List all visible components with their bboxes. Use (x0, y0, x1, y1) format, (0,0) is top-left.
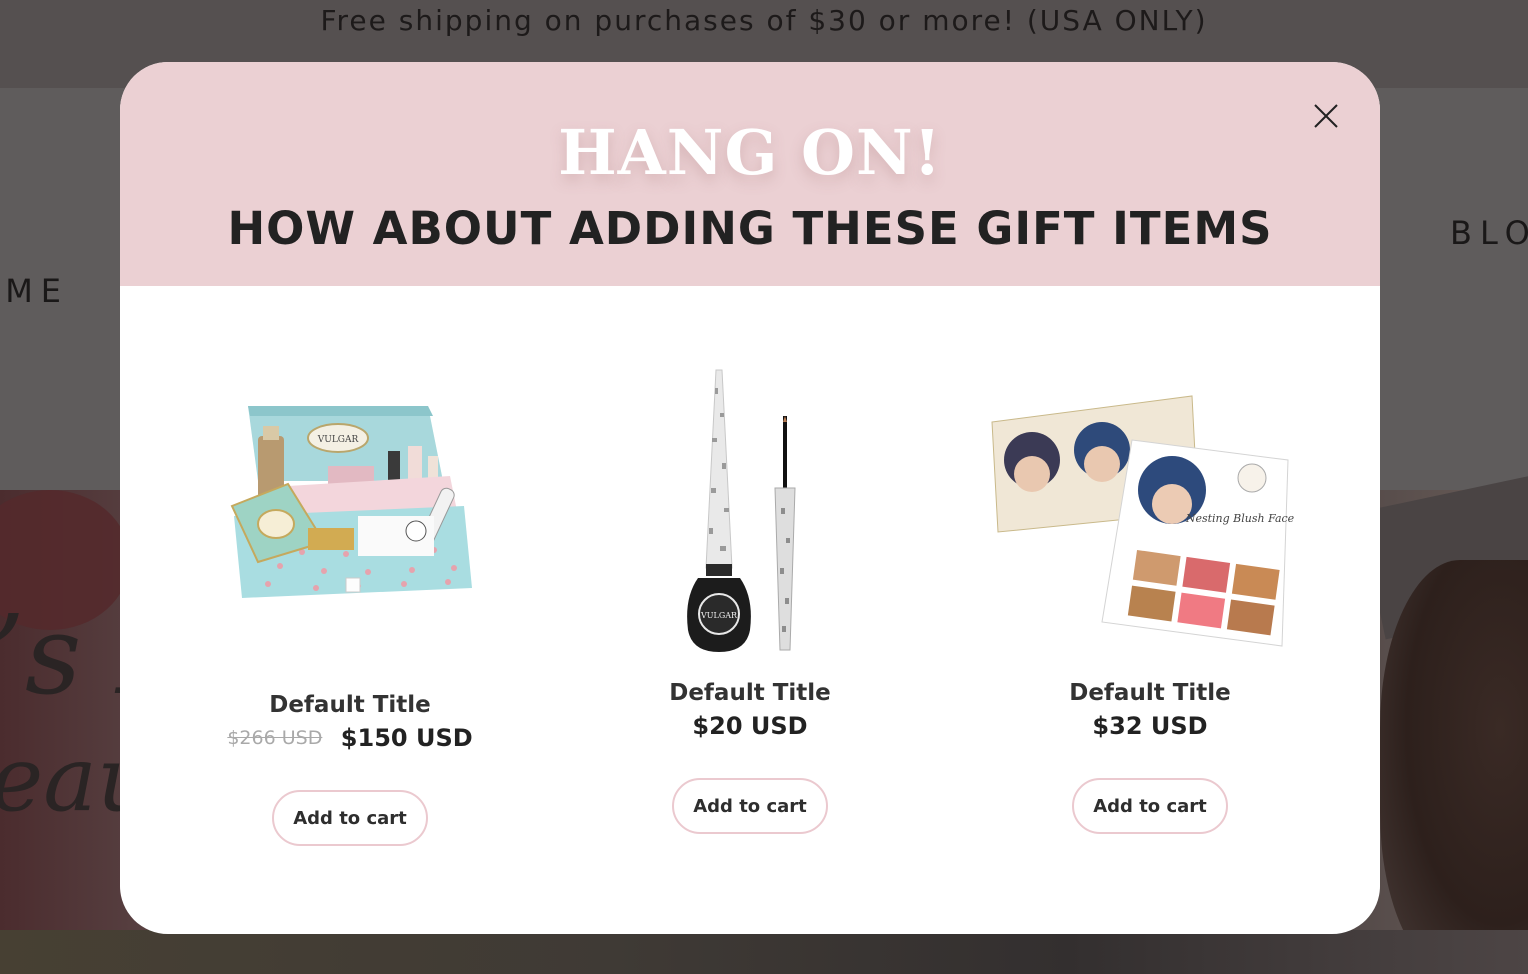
sale-price: $150 USD (340, 724, 473, 752)
modal-header: HANG ON! HOW ABOUT ADDING THESE GIFT ITE… (120, 62, 1380, 286)
palette-label: Nesting Blush Face (1185, 512, 1295, 525)
nav-item-blog[interactable]: BLO (1450, 214, 1528, 252)
price-row: $266 USD $150 USD (150, 724, 550, 752)
hero-bottom-strip (0, 930, 1528, 974)
product-title[interactable]: Default Title (150, 692, 550, 718)
gift-box-image[interactable]: VULGAR (228, 366, 480, 616)
product-title[interactable]: Default Title (950, 680, 1350, 706)
add-to-cart-button[interactable]: Add to cart (672, 778, 828, 834)
add-to-cart-button[interactable]: Add to cart (272, 790, 428, 846)
modal-title: HANG ON! (558, 116, 942, 189)
blush-palette-image[interactable]: Nesting Blush Face (982, 390, 1298, 652)
nav-item-home[interactable]: OME (0, 272, 69, 310)
price-row: $20 USD (550, 712, 950, 740)
modal-subtitle: HOW ABOUT ADDING THESE GIFT ITEMS (227, 202, 1273, 255)
product-card: VULGAR Default Title $266 USD $150 USD A… (150, 286, 550, 934)
product-price: $20 USD (692, 712, 808, 740)
eyeliner-image[interactable]: VULGAR (682, 368, 818, 658)
hero-model-image (1380, 560, 1528, 974)
product-list: VULGAR Default Title $266 USD $150 USD A… (120, 286, 1380, 934)
compare-at-price: $266 USD (227, 727, 323, 749)
product-title[interactable]: Default Title (550, 680, 950, 706)
product-price: $32 USD (1092, 712, 1208, 740)
price-row: $32 USD (950, 712, 1350, 740)
announcement-text: Free shipping on purchases of $30 or mor… (320, 4, 1208, 37)
close-icon[interactable] (1312, 102, 1340, 130)
gift-upsell-modal: HANG ON! HOW ABOUT ADDING THESE GIFT ITE… (120, 62, 1380, 934)
add-to-cart-button[interactable]: Add to cart (1072, 778, 1228, 834)
product-card: VULGAR Default Title $20 USD Add to cart (550, 286, 950, 934)
svg-text:VULGAR: VULGAR (317, 435, 359, 445)
svg-text:VULGAR: VULGAR (700, 611, 738, 620)
product-card: Nesting Blush Face Default Title $32 USD… (950, 286, 1350, 934)
